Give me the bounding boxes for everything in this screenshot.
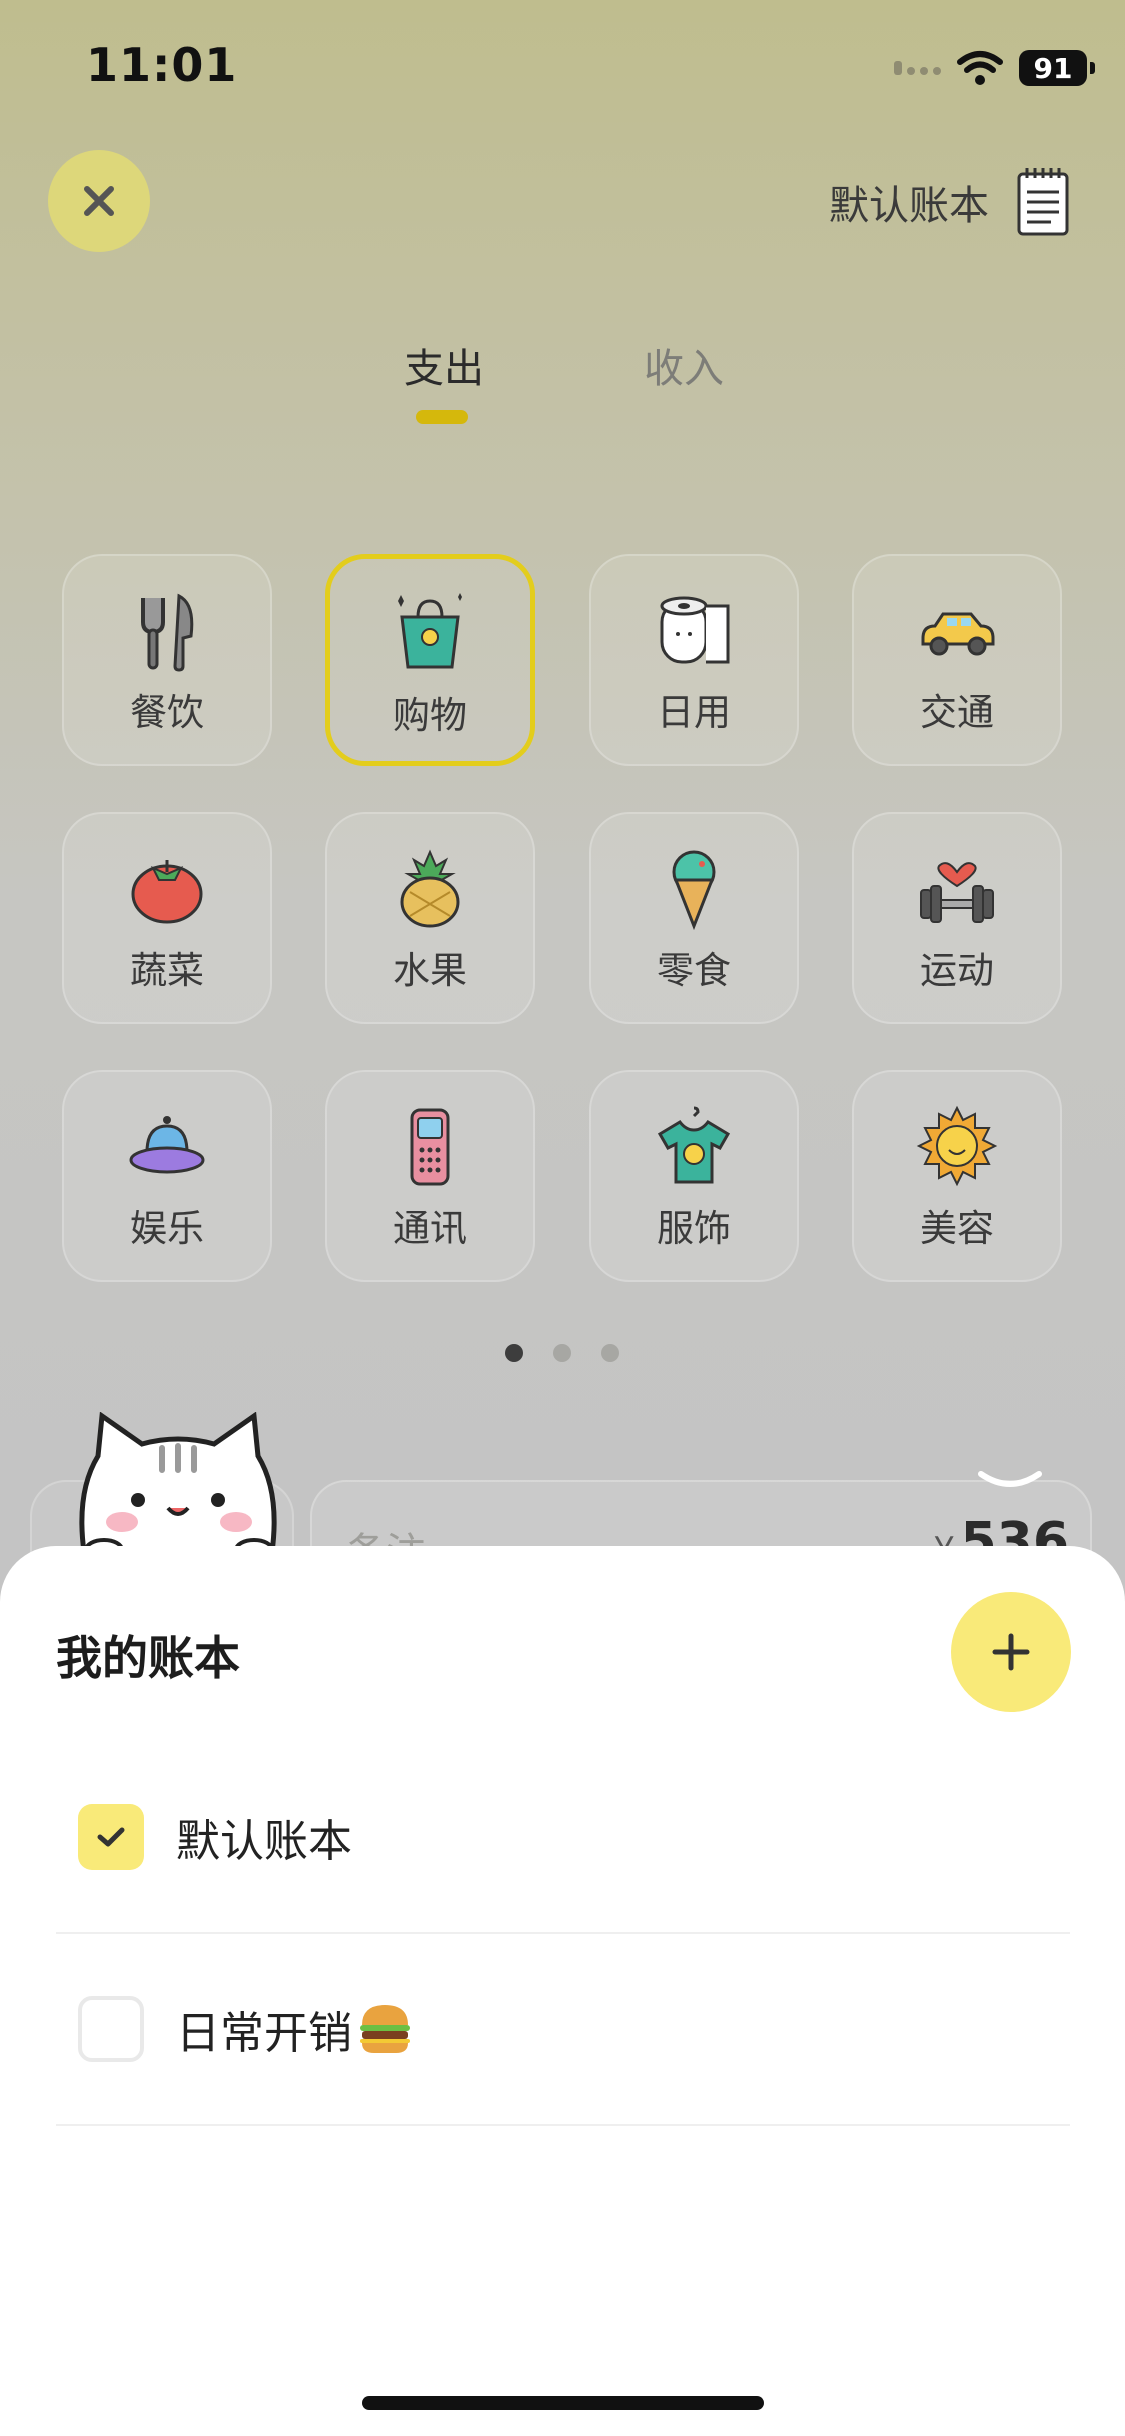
wifi-icon bbox=[957, 51, 1003, 85]
book-row-default[interactable]: 默认账本 bbox=[56, 1742, 1070, 1934]
battery-indicator: 91 bbox=[1019, 50, 1095, 86]
status-time: 11:01 bbox=[86, 38, 238, 92]
book-label: 默认账本 bbox=[176, 1805, 352, 1869]
category-entertainment[interactable]: 娱乐 bbox=[62, 1070, 272, 1282]
close-button[interactable] bbox=[48, 150, 150, 252]
book-label: 日常开销 bbox=[176, 1997, 414, 2061]
category-label: 购物 bbox=[393, 694, 467, 737]
category-label: 蔬菜 bbox=[130, 949, 204, 992]
plus-icon bbox=[992, 1633, 1030, 1671]
status-bar: 11:01 91 bbox=[0, 0, 1125, 140]
sheet-title: 我的账本 bbox=[56, 1631, 240, 1685]
toilet-paper-icon bbox=[660, 596, 730, 664]
category-vegetables[interactable]: 蔬菜 bbox=[62, 812, 272, 1024]
category-snacks[interactable]: 零食 bbox=[589, 812, 799, 1024]
pineapple-icon bbox=[400, 849, 460, 928]
ice-cream-icon bbox=[672, 850, 716, 930]
home-indicator bbox=[362, 2396, 764, 2410]
category-dining[interactable]: 餐饮 bbox=[62, 554, 272, 766]
category-label: 水果 bbox=[393, 949, 467, 992]
book-name: 默认账本 bbox=[176, 1816, 352, 1867]
category-label: 日用 bbox=[657, 691, 731, 734]
category-transport[interactable]: 交通 bbox=[852, 554, 1062, 766]
category-label: 运动 bbox=[920, 949, 994, 992]
car-icon bbox=[921, 612, 995, 656]
category-label: 交通 bbox=[920, 691, 994, 734]
book-name: 日常开销 bbox=[176, 2008, 352, 2059]
dumbbell-icon bbox=[920, 862, 994, 923]
book-checkbox[interactable] bbox=[78, 1804, 144, 1870]
tab-indicator bbox=[416, 410, 468, 424]
category-fruit[interactable]: 水果 bbox=[325, 812, 535, 1024]
tomato-icon bbox=[131, 860, 203, 924]
category-clothing[interactable]: 服饰 bbox=[589, 1070, 799, 1282]
check-icon bbox=[97, 1827, 125, 1847]
category-shopping[interactable]: 购物 bbox=[325, 554, 535, 766]
ufo-icon bbox=[129, 1116, 205, 1174]
category-beauty[interactable]: 美容 bbox=[852, 1070, 1062, 1282]
book-checkbox[interactable] bbox=[78, 1996, 144, 2062]
book-switcher[interactable]: 默认账本 bbox=[829, 162, 1071, 242]
category-label: 服饰 bbox=[657, 1207, 731, 1250]
shopping-bag-icon bbox=[398, 593, 462, 669]
burger-icon bbox=[360, 2005, 410, 2053]
sun-icon bbox=[916, 1105, 998, 1187]
page-dot[interactable] bbox=[505, 1344, 523, 1362]
page-indicator bbox=[0, 1344, 1125, 1364]
chevron-down-icon[interactable] bbox=[975, 1468, 1045, 1498]
status-icons: 91 bbox=[894, 46, 1095, 90]
category-label: 通讯 bbox=[393, 1207, 467, 1250]
category-label: 餐饮 bbox=[130, 691, 204, 734]
book-picker-sheet: 我的账本 默认账本 日常开销 bbox=[0, 1546, 1125, 2436]
tab-income[interactable]: 收入 bbox=[644, 336, 724, 394]
cat-mascot-icon bbox=[64, 1412, 294, 1554]
book-row-daily[interactable]: 日常开销 bbox=[56, 1934, 1070, 2126]
tab-expense[interactable]: 支出 bbox=[404, 336, 484, 394]
type-tabs: 支出 收入 bbox=[0, 336, 1125, 446]
tshirt-icon bbox=[657, 1106, 731, 1184]
category-sports[interactable]: 运动 bbox=[852, 812, 1062, 1024]
category-communication[interactable]: 通讯 bbox=[325, 1070, 535, 1282]
add-book-button[interactable] bbox=[951, 1592, 1071, 1712]
category-label: 娱乐 bbox=[130, 1207, 204, 1250]
category-daily[interactable]: 日用 bbox=[589, 554, 799, 766]
close-icon bbox=[84, 186, 114, 216]
phone-icon bbox=[410, 1108, 450, 1186]
notebook-icon bbox=[1017, 168, 1069, 236]
page-dot[interactable] bbox=[553, 1344, 571, 1362]
page-dot[interactable] bbox=[601, 1344, 619, 1362]
category-label: 美容 bbox=[920, 1207, 994, 1250]
cellular-signal-icon bbox=[894, 61, 941, 75]
current-book-name: 默认账本 bbox=[829, 183, 989, 229]
fork-knife-icon bbox=[141, 593, 194, 672]
category-label: 零食 bbox=[657, 949, 731, 992]
